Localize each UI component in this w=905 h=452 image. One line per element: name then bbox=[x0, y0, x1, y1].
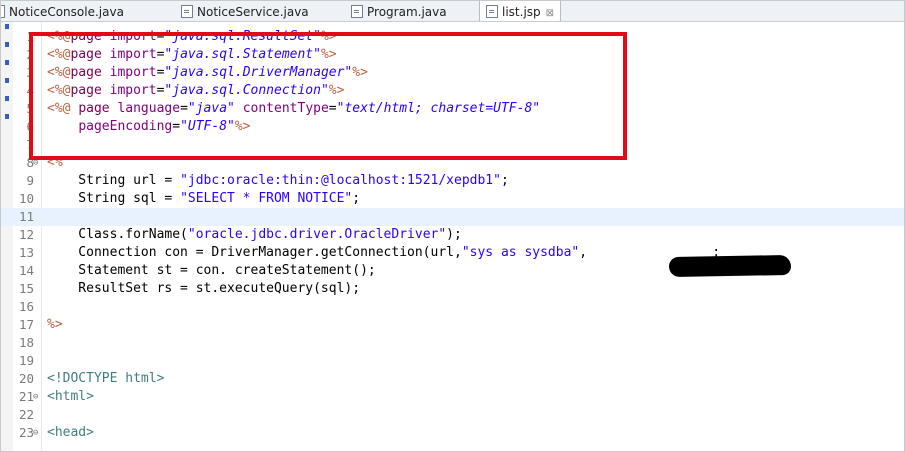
line-number: 18 bbox=[18, 335, 34, 350]
code-line[interactable]: 12 Class.forName("oracle.jdbc.driver.Ora… bbox=[1, 226, 904, 244]
jsp-file-icon bbox=[486, 5, 498, 18]
code-text: ResultSet rs = st.executeQuery(sql); bbox=[47, 280, 360, 298]
tab-list-jsp[interactable]: list.jsp ⊠ bbox=[479, 1, 562, 21]
fold-toggle-icon[interactable]: ⊖ bbox=[33, 388, 38, 406]
tab-notice-console[interactable]: NoticeConsole.java bbox=[1, 1, 124, 21]
code-token: Class.forName( bbox=[47, 227, 188, 242]
tab-program[interactable]: Program.java bbox=[351, 1, 447, 21]
line-number: 19 bbox=[18, 353, 34, 368]
code-text: Connection con = DriverManager.getConnec… bbox=[47, 244, 720, 262]
line-number: 21 bbox=[18, 389, 34, 404]
code-text: String url = "jdbc:oracle:thin:@localhos… bbox=[47, 172, 509, 190]
editor-tab-bar: NoticeConsole.java NoticeService.java Pr… bbox=[1, 1, 904, 22]
code-line[interactable]: 16 bbox=[1, 298, 904, 316]
code-text: <html> bbox=[47, 388, 94, 406]
java-file-icon bbox=[181, 5, 193, 18]
code-token: String url = bbox=[47, 173, 181, 188]
line-number: 12 bbox=[18, 227, 34, 242]
code-token: ; bbox=[500, 173, 509, 188]
code-line[interactable]: 11 bbox=[1, 208, 904, 226]
line-number: 22 bbox=[18, 407, 34, 422]
code-line[interactable]: 18 bbox=[1, 334, 904, 352]
line-number: 13 bbox=[18, 245, 34, 260]
code-token: <!DOCTYPE html> bbox=[47, 371, 165, 386]
line-number: 11 bbox=[18, 209, 34, 224]
highlight-box bbox=[29, 32, 627, 160]
redacted-password bbox=[668, 254, 792, 278]
code-token: String sql = bbox=[47, 191, 181, 206]
code-line[interactable]: 20 <!DOCTYPE html> bbox=[1, 370, 904, 388]
ide-window: NoticeConsole.java NoticeService.java Pr… bbox=[0, 0, 905, 452]
code-line[interactable]: 9 String url = "jdbc:oracle:thin:@localh… bbox=[1, 172, 904, 190]
line-number: 17 bbox=[18, 317, 34, 332]
code-text: Statement st = con. createStatement(); bbox=[47, 262, 376, 280]
code-text: String sql = "SELECT * FROM NOTICE"; bbox=[47, 190, 360, 208]
code-text: %> bbox=[47, 316, 63, 334]
code-token: ResultSet rs = st.executeQuery(sql); bbox=[47, 281, 361, 296]
tab-notice-service[interactable]: NoticeService.java bbox=[181, 1, 309, 21]
code-line[interactable]: 10 String sql = "SELECT * FROM NOTICE"; bbox=[1, 190, 904, 208]
code-token: Connection con = DriverManager.getConnec… bbox=[47, 245, 462, 260]
code-token: "jdbc:oracle:thin:@localhost:1521/xepdb1… bbox=[180, 173, 501, 188]
code-token: ; bbox=[352, 191, 361, 206]
code-token: "sys as sysdba" bbox=[461, 245, 580, 260]
line-number: 10 bbox=[18, 191, 34, 206]
code-token: Statement st = con. createStatement(); bbox=[47, 263, 376, 278]
code-text: <!DOCTYPE html> bbox=[47, 370, 164, 388]
code-token: "oracle.jdbc.driver.OracleDriver" bbox=[187, 227, 447, 242]
close-tab-icon[interactable]: ⊠ bbox=[546, 8, 554, 19]
code-line[interactable]: 17 %> bbox=[1, 316, 904, 334]
code-token: %> bbox=[47, 317, 63, 332]
code-line[interactable]: 23 ⊖ <head> bbox=[1, 424, 904, 442]
code-line[interactable]: 22 bbox=[1, 406, 904, 424]
java-file-icon bbox=[1, 5, 5, 18]
line-number: 20 bbox=[18, 371, 34, 386]
code-token: <head> bbox=[47, 425, 94, 440]
code-line[interactable]: 19 bbox=[1, 352, 904, 370]
code-token: "SELECT * FROM NOTICE" bbox=[180, 191, 353, 206]
line-number: 9 bbox=[26, 173, 34, 188]
line-number: 23 bbox=[18, 425, 34, 440]
code-token: ); bbox=[446, 227, 462, 242]
java-file-icon bbox=[351, 5, 363, 18]
code-line[interactable]: 21 ⊖ <html> bbox=[1, 388, 904, 406]
line-number: 14 bbox=[18, 263, 34, 278]
code-token: <html> bbox=[47, 389, 94, 404]
line-number: 16 bbox=[18, 299, 34, 314]
code-text: <head> bbox=[47, 424, 94, 442]
code-text: Class.forName("oracle.jdbc.driver.Oracle… bbox=[47, 226, 462, 244]
fold-toggle-icon[interactable]: ⊖ bbox=[33, 424, 38, 442]
line-number: 15 bbox=[18, 281, 34, 296]
code-line[interactable]: 15 ResultSet rs = st.executeQuery(sql); bbox=[1, 280, 904, 298]
